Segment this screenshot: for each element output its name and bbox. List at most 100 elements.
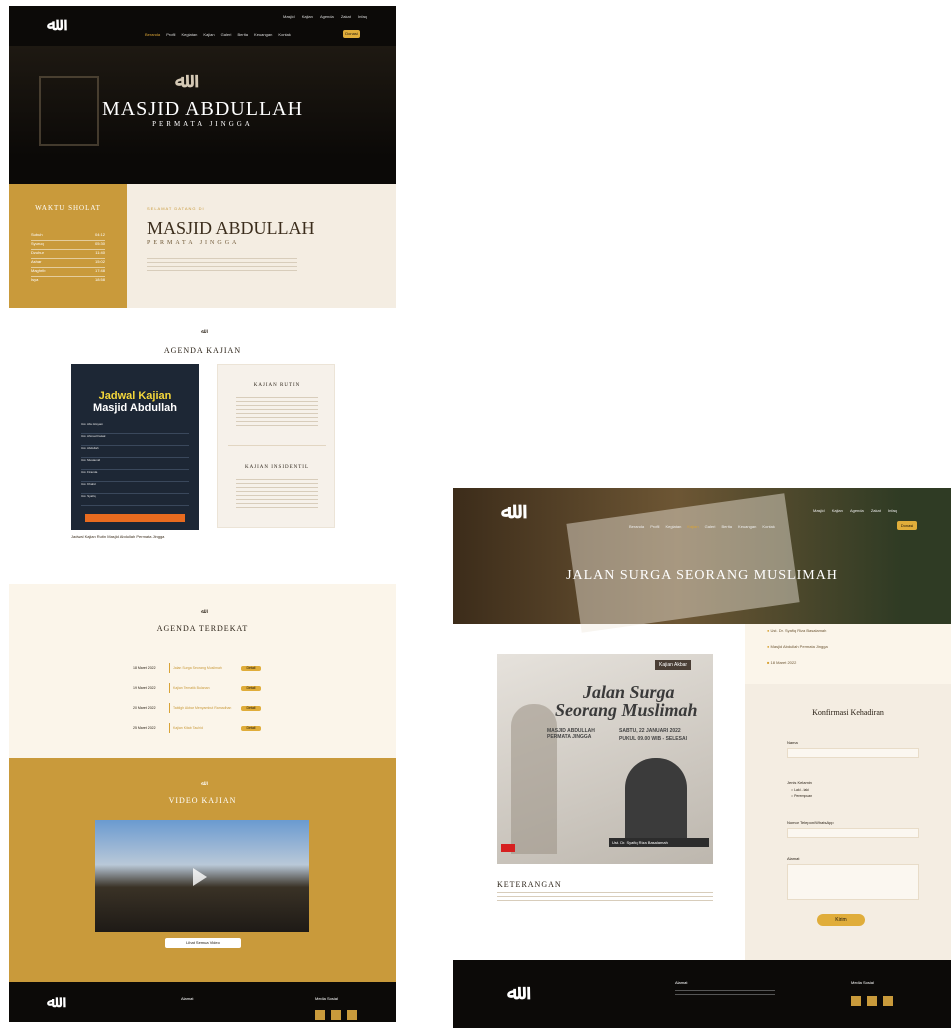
event-info: ● Ust. Dr. Syafiq Riza Basalamah ● Masji… [745, 624, 951, 684]
calendar-icon: ■ [767, 660, 770, 665]
nav-item[interactable]: Kontak [278, 32, 290, 37]
agenda-title[interactable]: Kajian Tematik Bulanan [173, 686, 241, 690]
prayer-row: Ashar 15:02 [31, 259, 105, 267]
instagram-icon[interactable] [331, 1010, 341, 1021]
youtube-icon[interactable] [347, 1010, 357, 1021]
schedule-title-1: Jadwal Kajian [98, 390, 172, 402]
agenda-title[interactable]: Tabligh Akbar Menyambut Ramadhan [173, 706, 241, 710]
play-icon[interactable] [193, 868, 207, 886]
youtube-icon[interactable] [883, 996, 893, 1007]
speaker-photo [625, 758, 687, 838]
top-link[interactable]: Masjid [283, 14, 295, 19]
footer-social-label: Media Sosial [851, 980, 874, 985]
left-footer: ﷲ Alamat Media Sosial [9, 982, 396, 1022]
nav-item[interactable]: Kegiatan [182, 32, 198, 37]
mosque-logo[interactable]: ﷲ [47, 14, 57, 35]
top-link[interactable]: Kajian [832, 508, 843, 513]
info-place: ● Masjid Abdullah Permata Jingga [767, 644, 828, 649]
poster-date: SABTU, 22 JANUARI 2022 [619, 728, 681, 734]
insidentil-text-lines [236, 479, 318, 509]
all-videos-button[interactable]: Lihat Semua Video [165, 938, 241, 948]
agenda-heading: AGENDA KAJIAN [163, 346, 242, 355]
quran-book-shape [566, 493, 800, 633]
prayer-row: Subuh 04:12 [31, 232, 105, 240]
nav-item[interactable]: Profil [650, 524, 659, 529]
poster-time: PUKUL 09.00 WIB - SELESAI [619, 736, 687, 742]
prayer-name: Dzuhur [31, 250, 44, 255]
nav-item[interactable]: Profil [166, 32, 175, 37]
event-poster[interactable]: Kajian Akbar Jalan Surga Seorang Muslima… [497, 654, 713, 864]
nav-item[interactable]: Keuangan [738, 524, 756, 529]
facebook-icon[interactable] [315, 1010, 325, 1021]
gender-option-female[interactable]: ○ Perempuan [791, 794, 812, 798]
schedule-poster[interactable]: Jadwal Kajian Masjid Abdullah Ust. Abu H… [71, 364, 199, 530]
nav-item[interactable]: Galeri [221, 32, 232, 37]
top-link[interactable]: Zakat [871, 508, 881, 513]
agenda-item: 18 Maret 2022 Jalan Surga Seorang Muslim… [133, 658, 283, 678]
address-textarea[interactable] [787, 864, 919, 900]
nav-item[interactable]: Beranda [629, 524, 644, 529]
video-heading: VIDEO KAJIAN [168, 796, 237, 805]
schedule-footer-bar [85, 514, 185, 522]
top-link[interactable]: Agenda [320, 14, 334, 19]
donate-button[interactable]: Donasi [343, 30, 360, 38]
schedule-row: Ust. Abdullah [81, 446, 189, 458]
top-link[interactable]: Kajian [302, 14, 313, 19]
prayer-time: 15:02 [94, 259, 105, 264]
name-input[interactable] [787, 748, 919, 758]
bismillah-ornament: ﷲ [200, 329, 205, 335]
kajian-rutin-title[interactable]: Kajian Rutin [218, 383, 336, 388]
prayer-table: Subuh 04:12 Syuruq 05:30 Dzuhur 11:40 Ashar… [31, 232, 105, 285]
nav-item[interactable]: Keuangan [254, 32, 272, 37]
nav-item[interactable]: Kajian [203, 32, 214, 37]
facebook-icon[interactable] [851, 996, 861, 1007]
submit-button[interactable]: Kirim [817, 914, 865, 926]
top-link[interactable]: Infaq [888, 508, 897, 513]
agenda-detail-button[interactable]: Detail [241, 725, 261, 731]
social-icons [851, 992, 899, 1010]
nav-item[interactable]: Berita [237, 32, 247, 37]
right-main-nav: Beranda Profil Kegiatan Kajian Galeri Be… [629, 524, 780, 529]
schedule-row: Ust. Ahmad Faisal [81, 434, 189, 446]
nav-item[interactable]: Kegiatan [666, 524, 682, 529]
donate-button[interactable]: Donasi [897, 521, 917, 530]
agenda-detail-button[interactable]: Detail [241, 705, 261, 711]
agenda-title[interactable]: Kajian Kitab Tauhid [173, 726, 241, 730]
hero-subtitle: PERMATA JINGGA [152, 120, 253, 128]
top-link[interactable]: Masjid [813, 508, 825, 513]
prayer-row: Maghrib 17:48 [31, 268, 105, 276]
nav-item[interactable]: Kontak [762, 524, 774, 529]
gender-label: Jenis Kelamin [787, 780, 812, 785]
top-link[interactable]: Agenda [850, 508, 864, 513]
schedule-row: Ust. Khalid [81, 482, 189, 494]
gender-option-male[interactable]: ○ Laki - laki [791, 788, 809, 792]
left-page-mockup: ﷲ Masjid Kajian Agenda Zakat Infaq Beran… [9, 6, 396, 1022]
instagram-icon[interactable] [867, 996, 877, 1007]
video-player[interactable] [95, 820, 309, 932]
mosque-logo[interactable]: ﷲ [501, 498, 514, 524]
left-navbar: ﷲ Masjid Kajian Agenda Zakat Infaq Beran… [9, 6, 396, 46]
about-section: Selamat Datang di MASJID ABDULLAH PERMAT… [127, 184, 396, 308]
top-link[interactable]: Zakat [341, 14, 351, 19]
prayer-name: Isya [31, 277, 39, 282]
prayer-title: Waktu Sholat [35, 204, 101, 212]
footer-logo: ﷲ [507, 980, 519, 1004]
agenda-title[interactable]: Jalan Surga Seorang Muslimah [173, 666, 241, 670]
prayer-name: Syuruq [31, 241, 44, 246]
agenda-detail-button[interactable]: Detail [241, 685, 261, 691]
gender-option-label: Perempuan [794, 794, 813, 798]
schedule-row: Ust. Firanda [81, 470, 189, 482]
gender-option-label: Laki - laki [794, 788, 809, 792]
nav-item[interactable]: Galeri [705, 524, 716, 529]
nav-item[interactable]: Berita [721, 524, 731, 529]
top-link[interactable]: Infaq [358, 14, 367, 19]
nav-item-home[interactable]: Beranda [145, 32, 160, 37]
kajian-insidentil-title[interactable]: Kajian Insidentil [218, 465, 336, 470]
ornament: ﷲ [200, 781, 205, 787]
footer-logo: ﷲ [47, 992, 57, 1011]
phone-input[interactable] [787, 828, 919, 838]
agenda-detail-button[interactable]: Detail [241, 665, 261, 671]
poster-caption[interactable]: Jadwal Kajian Rutin Masjid Abdullah Perm… [71, 534, 199, 539]
prayer-times-panel: Waktu Sholat Subuh 04:12 Syuruq 05:30 Dzuh… [9, 184, 127, 308]
nav-item-kajian[interactable]: Kajian [687, 524, 698, 529]
